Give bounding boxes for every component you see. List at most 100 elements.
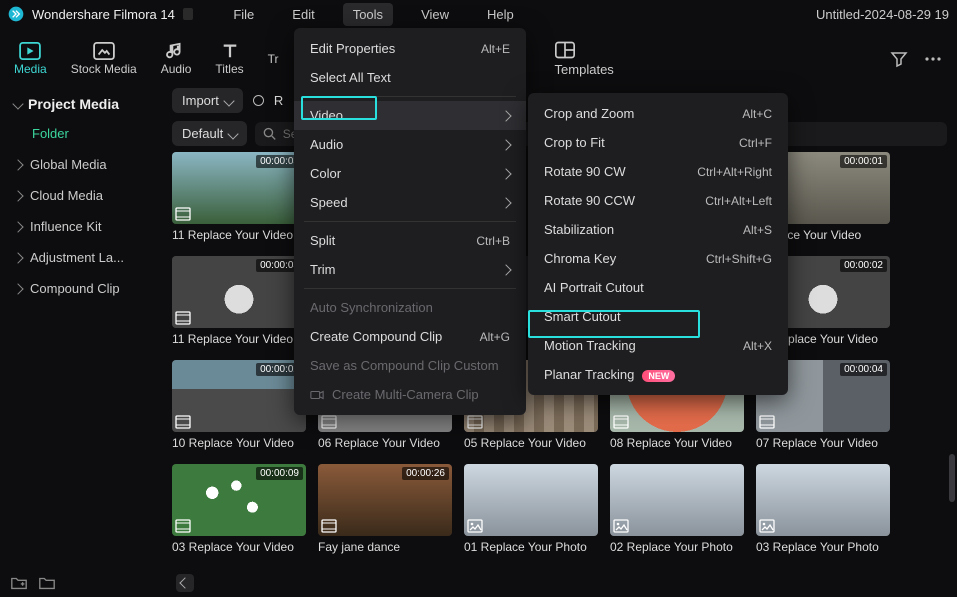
- sidebar-item-global-media[interactable]: Global Media: [8, 149, 156, 180]
- menu-item-label: Planar Tracking: [544, 367, 634, 382]
- video-icon: [321, 415, 337, 429]
- shortcut-label: Ctrl+Shift+G: [706, 252, 772, 266]
- tab-stock-media[interactable]: Stock Media: [71, 42, 137, 76]
- record-label: R: [274, 93, 283, 108]
- menu-crop-to-fit[interactable]: Crop to FitCtrl+F: [528, 128, 788, 157]
- menu-separator: [304, 288, 516, 289]
- menu-view[interactable]: View: [411, 3, 459, 26]
- video-icon: [175, 415, 191, 429]
- record-toggle[interactable]: [253, 95, 264, 106]
- sidebar-item-influence-kit[interactable]: Influence Kit: [8, 211, 156, 242]
- sort-label: Default: [182, 126, 223, 141]
- menu-item-label: Rotate 90 CCW: [544, 193, 635, 208]
- tab-media-label: Media: [14, 62, 47, 76]
- menu-chroma-key[interactable]: Chroma Key Ctrl+Shift+G: [528, 244, 788, 273]
- menu-speed[interactable]: Speed: [294, 188, 526, 217]
- more-icon[interactable]: [923, 49, 943, 69]
- menu-edit[interactable]: Edit: [282, 3, 324, 26]
- menu-rotate-90-cw[interactable]: Rotate 90 CWCtrl+Alt+Right: [528, 157, 788, 186]
- video-icon: [467, 415, 483, 429]
- sidebar-item-adjustment-layer[interactable]: Adjustment La...: [8, 242, 156, 273]
- clip-label: 01 Replace Your Photo: [464, 540, 598, 554]
- clip-label: 08 Replace Your Video: [610, 436, 744, 450]
- clip-card[interactable]: 02 Replace Your Photo: [610, 464, 744, 554]
- menu-audio[interactable]: Audio: [294, 130, 526, 159]
- clip-label: Fay jane dance: [318, 540, 452, 554]
- shortcut-label: Ctrl+Alt+Right: [697, 165, 772, 179]
- menu-trim[interactable]: Trim: [294, 255, 526, 284]
- chevron-down-icon: [12, 98, 23, 109]
- clip-card[interactable]: 00:00:26Fay jane dance: [318, 464, 452, 554]
- bottom-bar: [0, 569, 957, 597]
- folder-icon[interactable]: [38, 574, 56, 592]
- tab-titles[interactable]: Titles: [215, 42, 243, 76]
- menu-item-label: Chroma Key: [544, 251, 616, 266]
- menu-video[interactable]: Video: [294, 101, 526, 130]
- collapse-sidebar-button[interactable]: [176, 574, 194, 592]
- menu-smart-cutout[interactable]: Smart Cutout: [528, 302, 788, 331]
- menu-item-label: Create Compound Clip: [310, 329, 442, 344]
- tab-transitions-truncated[interactable]: Tr: [268, 52, 279, 66]
- menu-file[interactable]: File: [223, 3, 264, 26]
- shortcut-label: Ctrl+Alt+Left: [705, 194, 772, 208]
- clip-card[interactable]: 01 Replace Your Photo: [464, 464, 598, 554]
- tab-audio[interactable]: Audio: [161, 42, 192, 76]
- menu-item-label: Trim: [310, 262, 336, 277]
- clip-card[interactable]: 00:00:0210 Replace Your Video: [172, 360, 306, 450]
- menu-help[interactable]: Help: [477, 3, 524, 26]
- filter-icon[interactable]: [889, 49, 909, 69]
- menubar: File Edit Tools View Help: [223, 3, 523, 26]
- clip-card[interactable]: 00:00:0311 Replace Your Video: [172, 152, 306, 242]
- sort-button[interactable]: Default: [172, 121, 247, 146]
- submenu-arrow-icon: [500, 264, 511, 275]
- clip-duration: 00:00:01: [840, 155, 887, 168]
- sidebar-item-label: Influence Kit: [30, 219, 102, 234]
- tab-audio-label: Audio: [161, 62, 192, 76]
- clip-card[interactable]: 03 Replace Your Photo: [756, 464, 890, 554]
- menu-create-compound-clip[interactable]: Create Compound ClipAlt+G: [294, 322, 526, 351]
- sidebar-item-label: Compound Clip: [30, 281, 120, 296]
- tab-templates[interactable]: Templates: [555, 41, 614, 77]
- menu-tools[interactable]: Tools: [343, 3, 393, 26]
- sidebar-project-media[interactable]: Project Media: [8, 90, 156, 118]
- clip-duration: 00:00:02: [840, 259, 887, 272]
- menu-stabilization[interactable]: StabilizationAlt+S: [528, 215, 788, 244]
- menu-edit-properties[interactable]: Edit PropertiesAlt+E: [294, 34, 526, 63]
- clip-card[interactable]: 00:00:0903 Replace Your Video: [172, 464, 306, 554]
- tools-menu: Edit PropertiesAlt+E Select All Text Vid…: [294, 28, 526, 415]
- menu-item-label: Crop and Zoom: [544, 106, 634, 121]
- menu-planar-tracking[interactable]: Planar Tracking NEW: [528, 360, 788, 389]
- sidebar-item-cloud-media[interactable]: Cloud Media: [8, 180, 156, 211]
- chevron-right-icon: [12, 283, 23, 294]
- import-button[interactable]: Import: [172, 88, 243, 113]
- menu-motion-tracking[interactable]: Motion TrackingAlt+X: [528, 331, 788, 360]
- clip-card[interactable]: 00:00:0311 Replace Your Video: [172, 256, 306, 346]
- sidebar-item-label: Cloud Media: [30, 188, 103, 203]
- menu-color[interactable]: Color: [294, 159, 526, 188]
- menu-item-label: Select All Text: [310, 70, 391, 85]
- tab-media[interactable]: Media: [14, 42, 47, 76]
- tab-stock-label: Stock Media: [71, 62, 137, 76]
- chevron-right-icon: [12, 252, 23, 263]
- sidebar-item-label: Adjustment La...: [30, 250, 124, 265]
- menu-item-label: AI Portrait Cutout: [544, 280, 644, 295]
- title-bar: Wondershare Filmora 14 File Edit Tools V…: [0, 0, 957, 28]
- scrollbar-thumb[interactable]: [949, 454, 955, 502]
- clip-label: 07 Replace Your Video: [756, 436, 890, 450]
- menu-ai-portrait-cutout[interactable]: AI Portrait Cutout: [528, 273, 788, 302]
- sidebar-folder[interactable]: Folder: [8, 118, 156, 149]
- menu-select-all-text[interactable]: Select All Text: [294, 63, 526, 92]
- menu-rotate-90-ccw[interactable]: Rotate 90 CCW Ctrl+Alt+Left: [528, 186, 788, 215]
- menu-split[interactable]: SplitCtrl+B: [294, 226, 526, 255]
- chevron-down-icon: [228, 128, 239, 139]
- tab-templates-label: Templates: [555, 62, 614, 77]
- sidebar-item-compound-clip[interactable]: Compound Clip: [8, 273, 156, 304]
- new-folder-icon[interactable]: [10, 574, 28, 592]
- video-icon: [175, 519, 191, 533]
- menu-create-multicam: Create Multi-Camera Clip: [294, 380, 526, 409]
- chevron-left-icon: [179, 577, 190, 588]
- new-badge: NEW: [642, 370, 675, 382]
- clip-label: 11 Replace Your Video: [172, 228, 306, 242]
- menu-crop-and-zoom[interactable]: Crop and ZoomAlt+C: [528, 99, 788, 128]
- clip-label: 03 Replace Your Photo: [756, 540, 890, 554]
